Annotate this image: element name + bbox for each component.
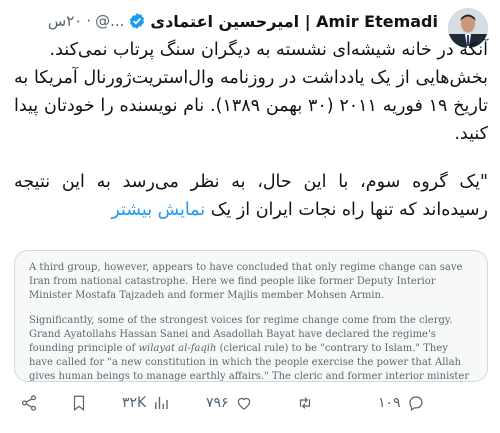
attached-image[interactable]: A third group, however, appears to have … — [14, 250, 488, 382]
share-icon — [22, 395, 36, 411]
tweet-header: Amir Etemadi | امیرحسین اعتمادی @... · ۲… — [48, 10, 438, 32]
author-name[interactable]: Amir Etemadi | امیرحسین اعتمادی — [150, 12, 438, 31]
like-button[interactable]: ۷۹۶ — [206, 388, 253, 418]
reply-count: ۱۰۹ — [378, 395, 401, 411]
bookmark-button[interactable] — [70, 388, 88, 418]
tweet-text: آنکه در خانه شیشه‌ای نشسته به دیگران سنگ… — [14, 36, 488, 224]
verified-badge-icon — [128, 12, 146, 30]
tweet-line: "یک گروه سوم، با این حال، به نظر می‌رسد … — [14, 168, 488, 224]
tweet-line: بخش‌هایی از یک یادداشت در روزنامه وال‌اس… — [14, 68, 488, 144]
quote-text: "یک گروه سوم، با این حال، به نظر می‌رسد … — [14, 172, 488, 220]
excerpt-italic: wilayat al-faqih — [138, 343, 217, 355]
share-button[interactable] — [20, 388, 38, 418]
reply-icon — [408, 396, 423, 411]
retweet-icon — [299, 397, 311, 409]
heart-icon — [237, 397, 250, 410]
separator-dot: · — [86, 12, 92, 30]
excerpt-paragraph: Significantly, some of the strongest voi… — [29, 314, 473, 381]
tweet-line: آنکه در خانه شیشه‌ای نشسته به دیگران سنگ… — [49, 40, 488, 60]
tweet: Amir Etemadi | امیرحسین اعتمادی @... · ۲… — [0, 0, 500, 433]
views-stat[interactable]: ۳۲K — [122, 388, 170, 418]
like-count: ۷۹۶ — [206, 395, 229, 411]
show-more-link[interactable]: نمایش بیشتر — [111, 200, 205, 220]
reply-button[interactable]: ۱۰۹ — [378, 388, 425, 418]
author-handle[interactable]: @... — [95, 12, 124, 30]
action-bar: ۳۲K ۷۹۶ ۱۰۹ — [0, 388, 500, 418]
tweet-time[interactable]: ۲۰س — [48, 12, 82, 30]
views-icon — [155, 397, 168, 409]
retweet-button[interactable] — [296, 388, 314, 418]
views-count: ۳۲K — [122, 395, 147, 411]
bookmark-icon — [73, 395, 85, 411]
excerpt-paragraph: A third group, however, appears to have … — [29, 262, 463, 302]
article-excerpt: A third group, however, appears to have … — [29, 261, 473, 381]
